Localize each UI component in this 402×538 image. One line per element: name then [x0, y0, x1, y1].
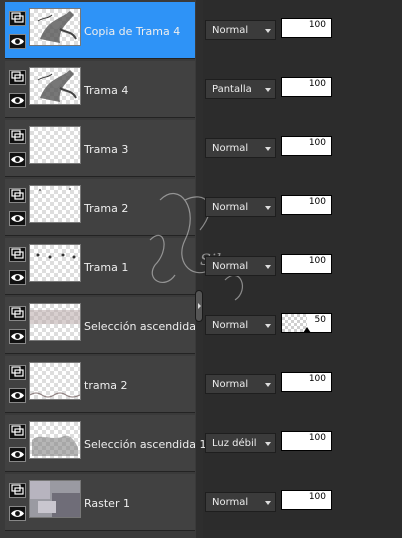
opacity-slider[interactable]: 50	[281, 313, 332, 333]
chevron-down-icon	[265, 147, 271, 151]
blend-mode-dropdown[interactable]: Normal	[205, 315, 276, 335]
blend-mode-label: Pantalla	[212, 84, 252, 95]
opacity-slider[interactable]: 100	[281, 490, 332, 510]
layer-group-icon[interactable]	[9, 247, 26, 262]
opacity-value: 100	[308, 374, 326, 384]
chevron-down-icon	[265, 442, 271, 446]
layer-thumbnail	[29, 421, 81, 459]
layer-name: Selección ascendida 1	[84, 438, 207, 451]
opacity-slider[interactable]: 100	[281, 195, 332, 215]
layer-thumbnail	[29, 244, 81, 282]
blend-mode-label: Normal	[212, 202, 249, 213]
layer-group-icon[interactable]	[9, 483, 26, 498]
layer-row[interactable]: Trama 3	[5, 120, 195, 177]
opacity-slider[interactable]: 100	[281, 431, 332, 451]
chevron-down-icon	[265, 88, 271, 92]
layer-thumbnail	[29, 480, 81, 518]
layer-thumbnail	[29, 185, 81, 223]
opacity-value: 100	[308, 197, 326, 207]
eye-icon[interactable]	[9, 152, 26, 167]
blend-mode-dropdown[interactable]: Normal	[205, 256, 276, 276]
layer-group-icon[interactable]	[9, 11, 26, 26]
opacity-value: 50	[314, 315, 326, 325]
blend-mode-dropdown[interactable]: Normal	[205, 138, 276, 158]
blend-mode-label: Normal	[212, 261, 249, 272]
chevron-down-icon	[265, 383, 271, 387]
layer-group-icon[interactable]	[9, 306, 26, 321]
layer-group-icon[interactable]	[9, 70, 26, 85]
chevron-down-icon	[265, 29, 271, 33]
layer-group-icon[interactable]	[9, 365, 26, 380]
layer-name: Selección ascendida	[84, 320, 196, 333]
layer-group-icon[interactable]	[9, 129, 26, 144]
layer-name: Trama 3	[84, 143, 129, 156]
opacity-value: 100	[308, 256, 326, 266]
opacity-value: 100	[308, 492, 326, 502]
opacity-slider[interactable]: 100	[281, 77, 332, 97]
eye-icon[interactable]	[9, 93, 26, 108]
layer-row[interactable]: Trama 1	[5, 238, 195, 295]
opacity-value: 100	[308, 79, 326, 89]
layer-thumbnail	[29, 126, 81, 164]
layer-name: Copia de Trama 4	[84, 25, 181, 38]
layer-row[interactable]: Trama 2	[5, 179, 195, 236]
blend-mode-label: Normal	[212, 379, 249, 390]
layer-group-icon[interactable]	[9, 424, 26, 439]
blend-mode-label: Normal	[212, 320, 249, 331]
layer-row[interactable]: Selección ascendida	[5, 297, 196, 354]
opacity-slider[interactable]: 100	[281, 372, 332, 392]
eye-icon[interactable]	[9, 388, 26, 403]
opacity-value: 100	[308, 20, 326, 30]
layer-name: Trama 4	[84, 84, 129, 97]
eye-icon[interactable]	[9, 447, 26, 462]
layer-row[interactable]: Trama 4	[5, 61, 195, 118]
opacity-value: 100	[308, 433, 326, 443]
opacity-slider[interactable]: 100	[281, 254, 332, 274]
blend-mode-label: Normal	[212, 25, 249, 36]
eye-icon[interactable]	[9, 211, 26, 226]
blend-mode-label: Normal	[212, 143, 249, 154]
blend-mode-label: Normal	[212, 497, 249, 508]
layer-group-icon[interactable]	[9, 188, 26, 203]
chevron-down-icon	[265, 206, 271, 210]
layer-thumbnail	[29, 362, 81, 400]
layer-thumbnail	[29, 8, 81, 46]
blend-mode-dropdown[interactable]: Normal	[205, 374, 276, 394]
blend-mode-label: Luz débil	[212, 438, 257, 449]
blend-mode-dropdown[interactable]: Luz débil	[205, 433, 276, 453]
opacity-slider[interactable]: 100	[281, 136, 332, 156]
layer-thumbnail	[29, 303, 81, 341]
layer-name: Trama 1	[84, 261, 129, 274]
opacity-marker[interactable]	[302, 327, 311, 333]
blend-mode-dropdown[interactable]: Normal	[205, 492, 276, 512]
eye-icon[interactable]	[9, 34, 26, 49]
layer-row[interactable]: trama 2	[5, 356, 195, 413]
blend-mode-dropdown[interactable]: Pantalla	[205, 79, 276, 99]
blend-mode-dropdown[interactable]: Normal	[205, 20, 276, 40]
chevron-down-icon	[265, 324, 271, 328]
panel-splitter-handle[interactable]	[195, 290, 203, 322]
layer-row[interactable]: Selección ascendida 1	[5, 415, 206, 472]
layer-name: Trama 2	[84, 202, 129, 215]
chevron-down-icon	[265, 501, 271, 505]
layer-row[interactable]: Raster 1	[5, 474, 195, 531]
eye-icon[interactable]	[9, 270, 26, 285]
opacity-slider[interactable]: 100	[281, 18, 332, 38]
layer-row[interactable]: Copia de Trama 4	[5, 2, 195, 59]
eye-icon[interactable]	[9, 329, 26, 344]
opacity-value: 100	[308, 138, 326, 148]
chevron-down-icon	[265, 265, 271, 269]
layer-name: Raster 1	[84, 497, 130, 510]
chevron-right-icon	[198, 303, 201, 309]
blend-mode-dropdown[interactable]: Normal	[205, 197, 276, 217]
layer-name: trama 2	[84, 379, 128, 392]
eye-icon[interactable]	[9, 506, 26, 521]
layer-thumbnail	[29, 67, 81, 105]
